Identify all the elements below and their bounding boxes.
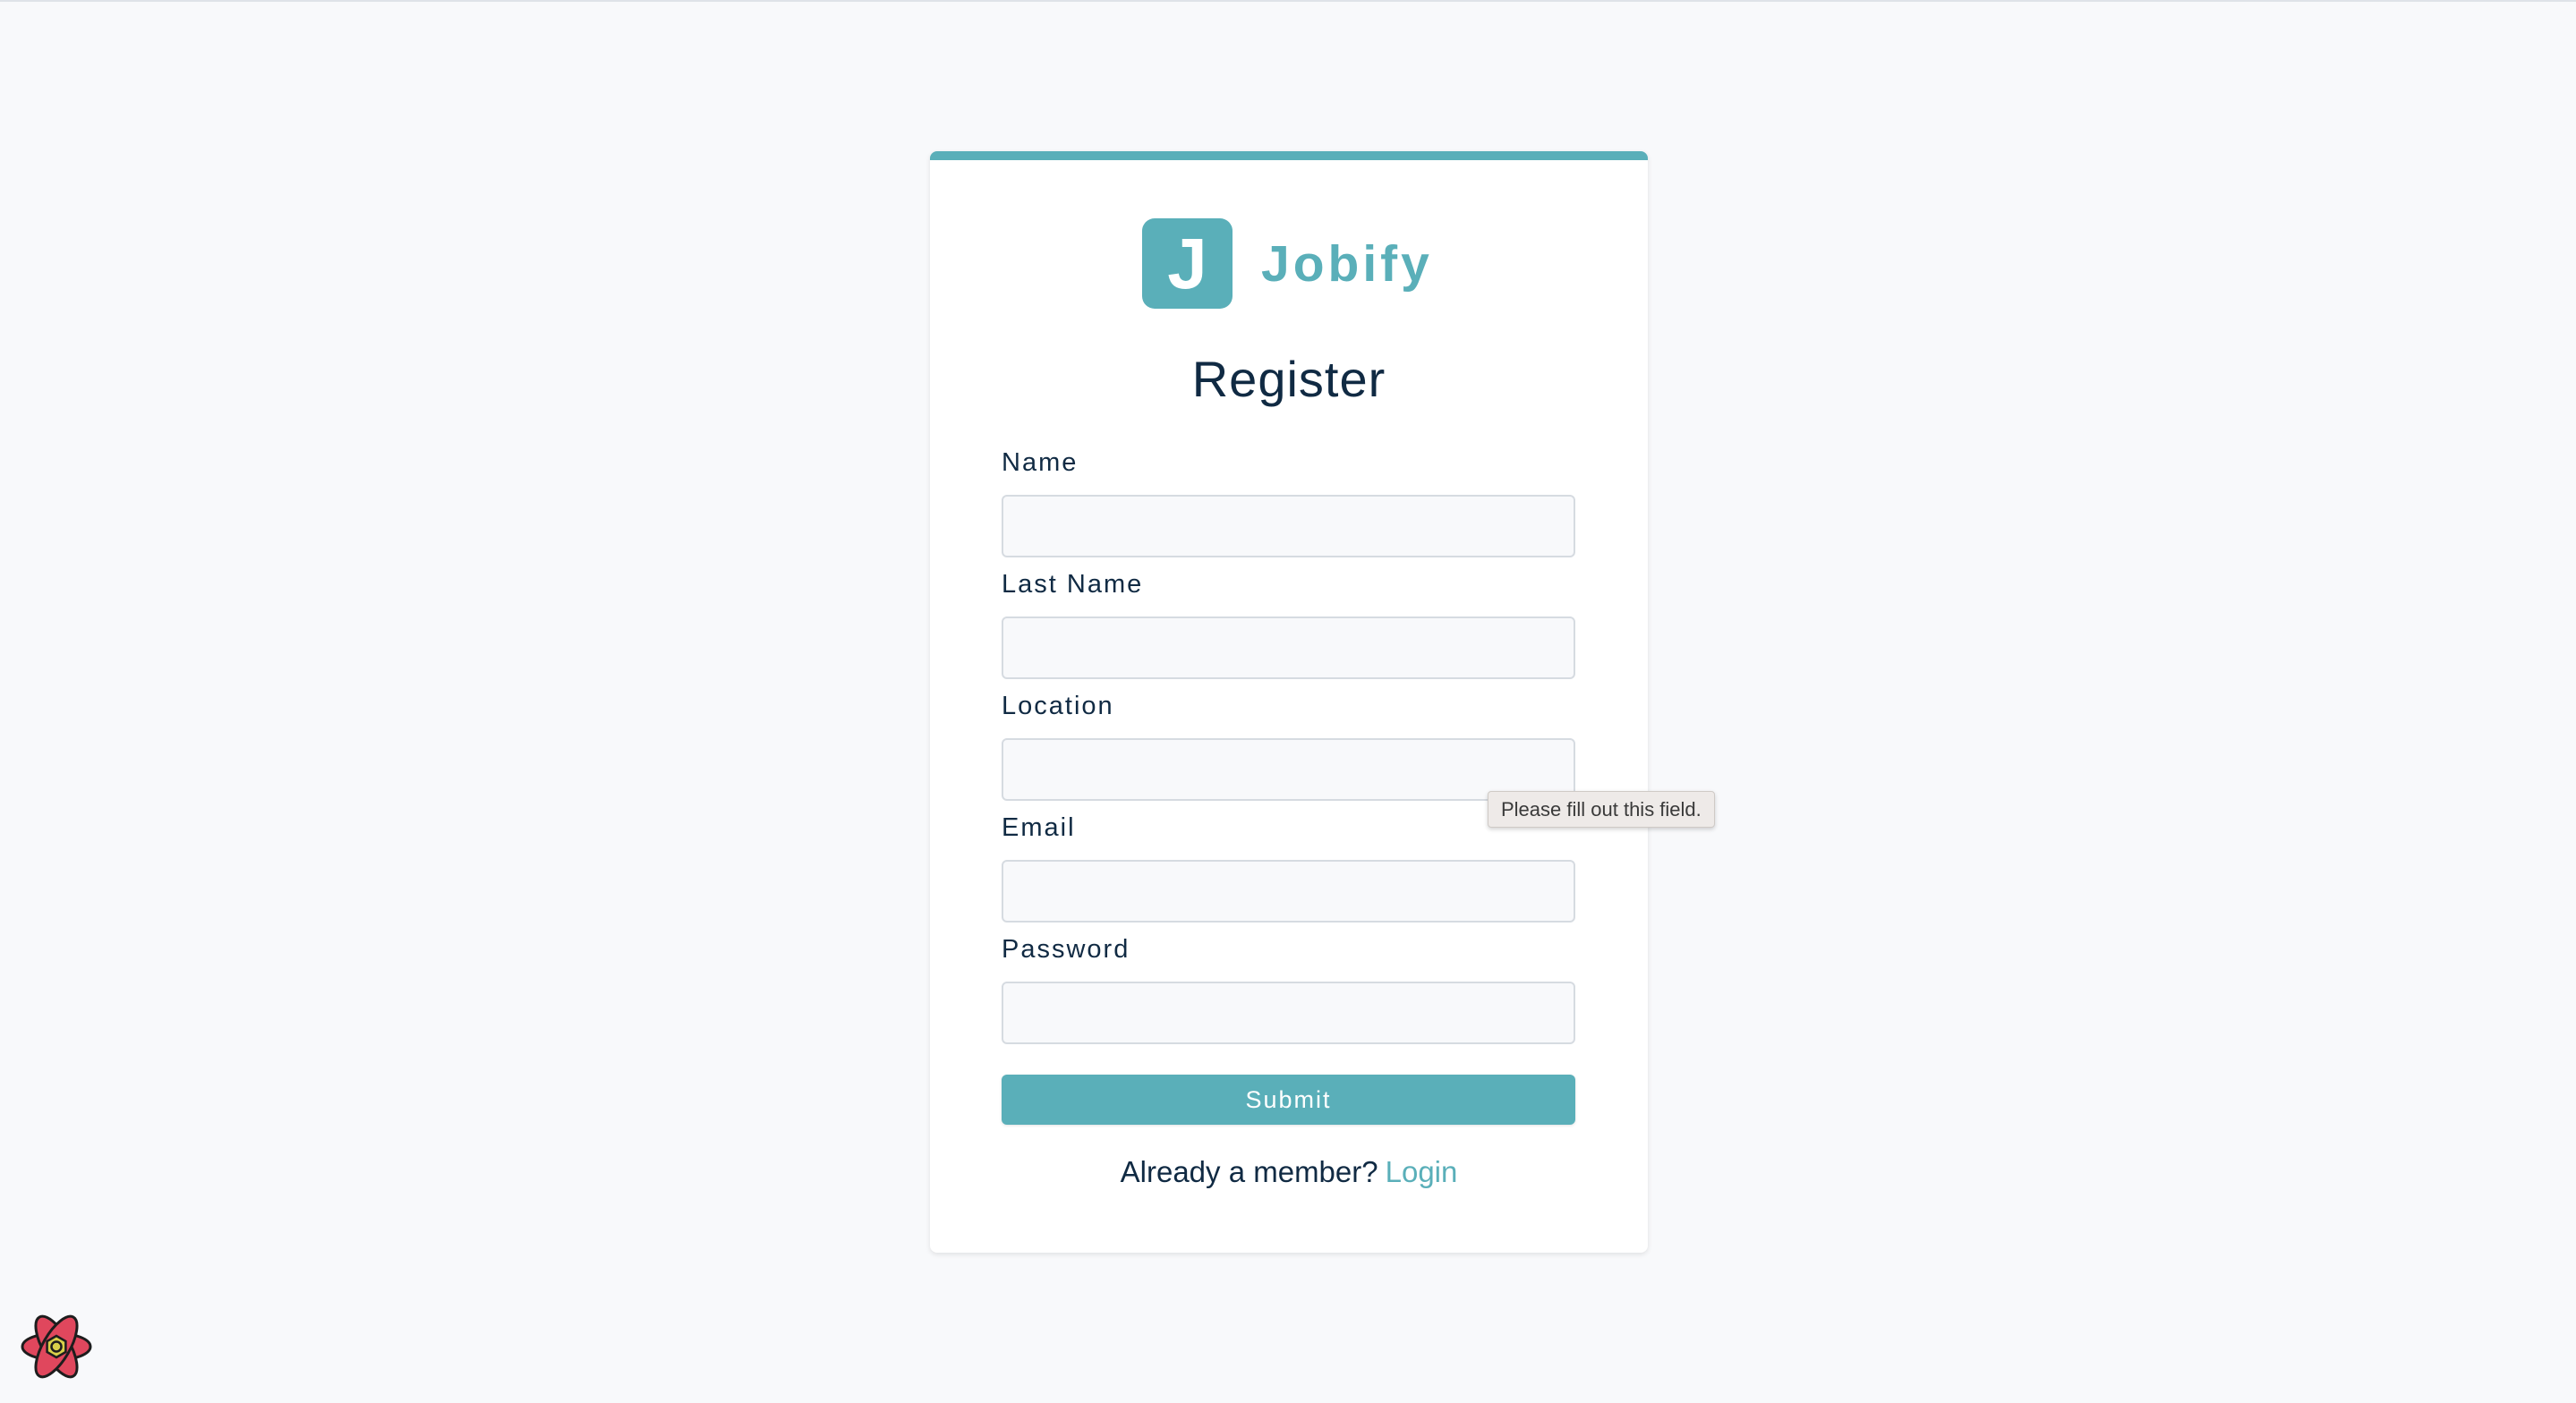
login-link[interactable]: Login bbox=[1386, 1155, 1458, 1188]
submit-button[interactable]: Submit bbox=[1002, 1075, 1575, 1125]
page-title: Register bbox=[1191, 351, 1386, 407]
login-prompt: Already a member? Login bbox=[930, 1155, 1648, 1189]
logo-text: Jobify bbox=[1261, 234, 1433, 293]
password-field[interactable] bbox=[1002, 982, 1575, 1044]
name-label: Name bbox=[1002, 448, 1079, 477]
register-card: J Jobify Register Name Last Name Locatio… bbox=[930, 151, 1648, 1253]
login-prompt-text: Already a member? bbox=[1120, 1155, 1378, 1188]
last-name-field[interactable] bbox=[1002, 616, 1575, 679]
react-devtools-icon[interactable] bbox=[19, 1309, 94, 1384]
last-name-label: Last Name bbox=[1002, 570, 1144, 599]
logo-mark: J bbox=[1142, 218, 1233, 309]
validation-tooltip: Please fill out this field. bbox=[1488, 791, 1715, 828]
password-label: Password bbox=[1002, 935, 1130, 964]
logo: J Jobify bbox=[1142, 218, 1433, 309]
email-field[interactable] bbox=[1002, 860, 1575, 923]
location-label: Location bbox=[1002, 692, 1114, 720]
name-field[interactable] bbox=[1002, 495, 1575, 557]
window-top-border bbox=[0, 0, 2576, 2]
email-label: Email bbox=[1002, 813, 1076, 842]
